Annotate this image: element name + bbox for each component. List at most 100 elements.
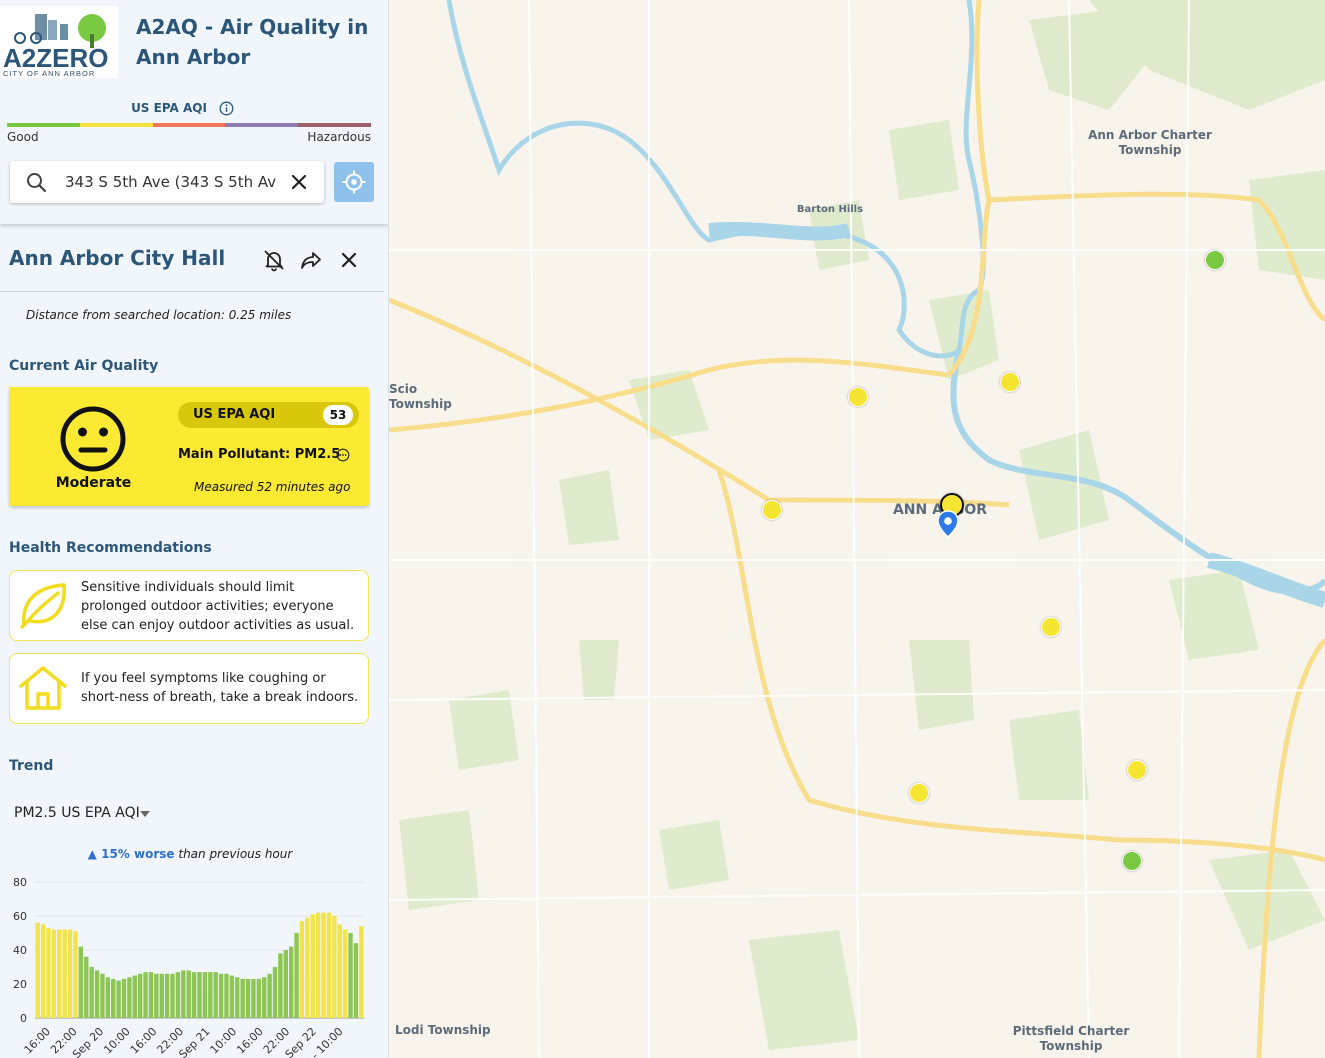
chart-bar <box>159 973 164 1018</box>
chart-bar <box>57 929 62 1018</box>
main-pollutant-text: Main Pollutant: PM2.5 <box>178 447 341 462</box>
chart-bar <box>40 924 46 1018</box>
chart-y-tick-label: 40 <box>13 944 27 957</box>
recommendation-text: Sensitive individuals should limit prolo… <box>81 580 355 633</box>
trend-change-text: ▲ 15% worse than previous hour <box>0 847 380 861</box>
chart-bar <box>272 967 278 1018</box>
sensor-marker-moderate[interactable] <box>848 387 868 407</box>
aqi-scale-bar <box>7 123 371 127</box>
chart-bar <box>62 929 67 1018</box>
bell-off-icon[interactable] <box>262 248 286 272</box>
sensor-marker-moderate[interactable] <box>1000 372 1020 392</box>
chart-bar <box>132 975 137 1018</box>
chart-y-tick-label: 20 <box>13 978 27 991</box>
search-input[interactable] <box>65 170 277 194</box>
aqi-scale-segment <box>79 123 153 127</box>
chart-y-tick-label: 60 <box>13 910 27 923</box>
chart-bar <box>326 912 332 1018</box>
map-label-barton-hills: Barton Hills <box>796 204 864 215</box>
trend-pollutant-select[interactable]: PM2.5 US EPA AQI <box>14 805 140 821</box>
chart-bar <box>348 933 353 1018</box>
search-icon <box>27 173 47 193</box>
chart-bar <box>224 973 229 1018</box>
chart-x-tick-label: 16:00 <box>128 1025 160 1057</box>
aqi-value: 53 <box>323 405 353 425</box>
sensor-marker-moderate[interactable] <box>762 500 782 520</box>
distance-text: Distance from searched location: 0.25 mi… <box>26 308 292 322</box>
leaf-icon <box>20 583 66 629</box>
chart-bar <box>208 972 213 1018</box>
chart-bar <box>245 978 251 1018</box>
current-aqi-card: Moderate US EPA AQI 53 Main Pollutant: P… <box>9 387 369 506</box>
chart-x-tick-label: Sep 21 <box>176 1025 212 1058</box>
chart-bar <box>89 967 94 1018</box>
chart-bar <box>170 973 175 1018</box>
chart-bar <box>105 977 111 1018</box>
chart-bar <box>283 950 288 1018</box>
chart-bar <box>310 914 315 1018</box>
locate-me-button[interactable] <box>334 162 374 202</box>
chart-bar <box>299 921 305 1018</box>
close-icon[interactable] <box>337 248 361 272</box>
chart-bar <box>46 927 51 1018</box>
chart-y-tick-label: 0 <box>20 1012 27 1025</box>
aqi-scale-segment <box>7 123 80 127</box>
chart-x-tick-label: 16:00 <box>22 1025 54 1057</box>
house-icon <box>19 666 67 710</box>
chart-bar <box>202 972 208 1018</box>
chart-bar <box>315 912 321 1018</box>
chart-bar <box>100 973 105 1018</box>
a2zero-logo[interactable]: A2ZERO CITY OF ANN ARBOR <box>0 6 118 78</box>
up-arrow-icon: ▲ <box>87 847 97 861</box>
aqi-scale-label: US EPA AQI <box>131 101 207 115</box>
map-label-pittsfield-charter-township: Pittsfield Charter Township <box>1012 1024 1130 1053</box>
chart-bar <box>229 975 235 1018</box>
chart-bar <box>256 978 262 1018</box>
sensor-marker-good[interactable] <box>1122 851 1142 871</box>
trend-chart: 02040608016:0022:00Sep 2010:0016:0022:00… <box>13 876 364 1058</box>
chart-bar <box>321 912 326 1018</box>
chart-bar <box>337 924 342 1018</box>
chart-bar <box>84 956 89 1018</box>
crosshair-icon <box>342 170 366 194</box>
sensor-marker-good[interactable] <box>1205 250 1225 270</box>
chart-x-tick-label: Sep 20 <box>70 1025 106 1058</box>
sensor-marker-moderate[interactable] <box>1041 617 1061 637</box>
location-pin-icon[interactable] <box>937 510 959 538</box>
info-icon[interactable] <box>219 101 234 116</box>
chart-bar <box>148 972 154 1018</box>
aqi-scale-segment <box>298 123 371 127</box>
recommendation-card: Sensitive individuals should limit prolo… <box>9 570 369 641</box>
map-label-scio-township: Scio Township <box>389 382 452 411</box>
scale-high-label: Hazardous <box>307 130 371 144</box>
aqi-scale-segment <box>152 123 226 127</box>
app-title: A2AQ - Air Quality in Ann Arbor <box>136 15 369 69</box>
sensor-marker-moderate[interactable] <box>909 783 929 803</box>
logo-graphic: A2ZERO CITY OF ANN ARBOR <box>3 14 108 78</box>
chart-bar <box>154 973 159 1018</box>
sensor-marker-moderate[interactable] <box>1127 760 1147 780</box>
chart-bar <box>267 973 272 1018</box>
current-air-quality-title: Current Air Quality <box>9 358 159 374</box>
chart-bar <box>78 946 84 1018</box>
chart-bar <box>288 946 294 1018</box>
clear-search-icon[interactable] <box>290 173 308 191</box>
aqi-scale-segment <box>225 123 299 127</box>
chart-bar <box>278 953 283 1018</box>
chart-bar <box>111 978 116 1018</box>
chart-bar <box>353 943 359 1018</box>
chart-bar <box>218 973 224 1018</box>
chart-bar <box>116 980 121 1018</box>
map[interactable]: Ann Arbor Charter Township Barton Hills … <box>389 0 1325 1058</box>
share-icon[interactable] <box>299 248 323 272</box>
chart-bar <box>94 970 100 1018</box>
chart-bar <box>175 972 181 1018</box>
chart-bar <box>197 972 202 1018</box>
map-label-ann-arbor-charter-township: Ann Arbor Charter Township <box>1088 128 1212 157</box>
more-info-icon[interactable] <box>336 448 350 462</box>
neutral-face-icon <box>60 406 126 472</box>
chart-bar <box>191 972 197 1018</box>
aqi-pill: US EPA AQI 53 <box>178 402 359 428</box>
chart-bar <box>294 933 299 1018</box>
dropdown-caret-icon[interactable] <box>140 811 150 817</box>
